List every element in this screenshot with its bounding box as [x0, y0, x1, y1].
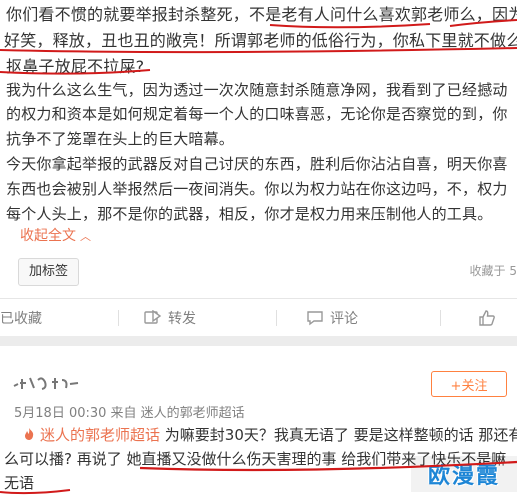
favorite-timestamp: 收藏于 5 [469, 264, 517, 278]
comment-meta: 5月18日 00:30 来自 迷人的郭老师超话 [14, 406, 245, 421]
divider [0, 298, 517, 299]
repost-label: 转发 [168, 311, 196, 327]
comment-text-line: 无语 [4, 474, 35, 492]
comment-label: 评论 [330, 311, 358, 327]
divider [276, 310, 277, 326]
collapse-label: 收起全文 [20, 228, 76, 244]
blurred-username [13, 377, 79, 390]
follow-button[interactable]: +关注 [431, 371, 507, 397]
divider [440, 310, 441, 326]
comment-button[interactable]: 评论 [306, 300, 358, 336]
comment-icon [307, 311, 323, 326]
favorite-label: 已收藏 [0, 311, 42, 327]
weibo-post: 你们看不惯的就要举报封杀整死，不是老有人问什么喜欢郭老师么，因为真 好笑，释放，… [0, 0, 517, 336]
like-button[interactable] [478, 300, 502, 336]
comment-text-line: 迷人的郭老师超话 为嘛要封30天？我真无语了 要是这样整顿的话 那还有 [22, 423, 517, 447]
post-text-line: 抗争不了笼罩在头上的巨大暗幕。 [6, 130, 235, 148]
repost-button[interactable]: 转发 [144, 300, 196, 336]
divider [118, 310, 119, 326]
add-tag-button[interactable]: 加标签 [18, 258, 80, 286]
post-text-line: 今天你拿起举报的武器反对自己讨厌的东西，胜利后你沾沾自喜，明天你喜 [6, 155, 508, 173]
repost-icon [144, 310, 162, 324]
post-text-line: 你们看不惯的就要举报封杀整死，不是老有人问什么喜欢郭老师么，因为真 [6, 5, 517, 24]
fire-icon [25, 428, 34, 440]
collapse-full-text-link[interactable]: 收起全文 ︿ [20, 225, 91, 245]
post-text-line: 我为什么这么生气，因为透过一次次随意封杀随意净网，我看到了已经撼动 [6, 81, 508, 99]
topic-link[interactable]: 迷人的郭老师超话 [40, 426, 160, 444]
post-text-line: 每个人头上，那不是你的武器，相反，你才是权力用来压制他人的工具。 [6, 205, 493, 223]
favorite-button[interactable]: 已收藏 [0, 300, 42, 336]
watermark-logo: 欧漫霞 [411, 456, 517, 492]
comment-text: 为嘛要封30天？我真无语了 要是这样整顿的话 那还有 [160, 426, 517, 444]
post-text-line: 东西也会被别人举报然后一夜间消失。你以为权力站在你这边吗，不，权力 [6, 180, 508, 198]
post-text-line: 好笑，释放，丑也丑的敞亮！所谓郭老师的低俗行为，你私下里就不做么， [4, 31, 517, 50]
section-gap [0, 336, 517, 346]
chevron-up-icon: ︿ [80, 230, 91, 243]
action-bar: 已收藏 转发 评论 [0, 300, 517, 336]
thumbs-up-icon [479, 310, 495, 326]
post-text-line: 的权力和资本是如何规定着每一个人的口味喜恶，无论你是否察觉的到，你 [6, 105, 508, 123]
